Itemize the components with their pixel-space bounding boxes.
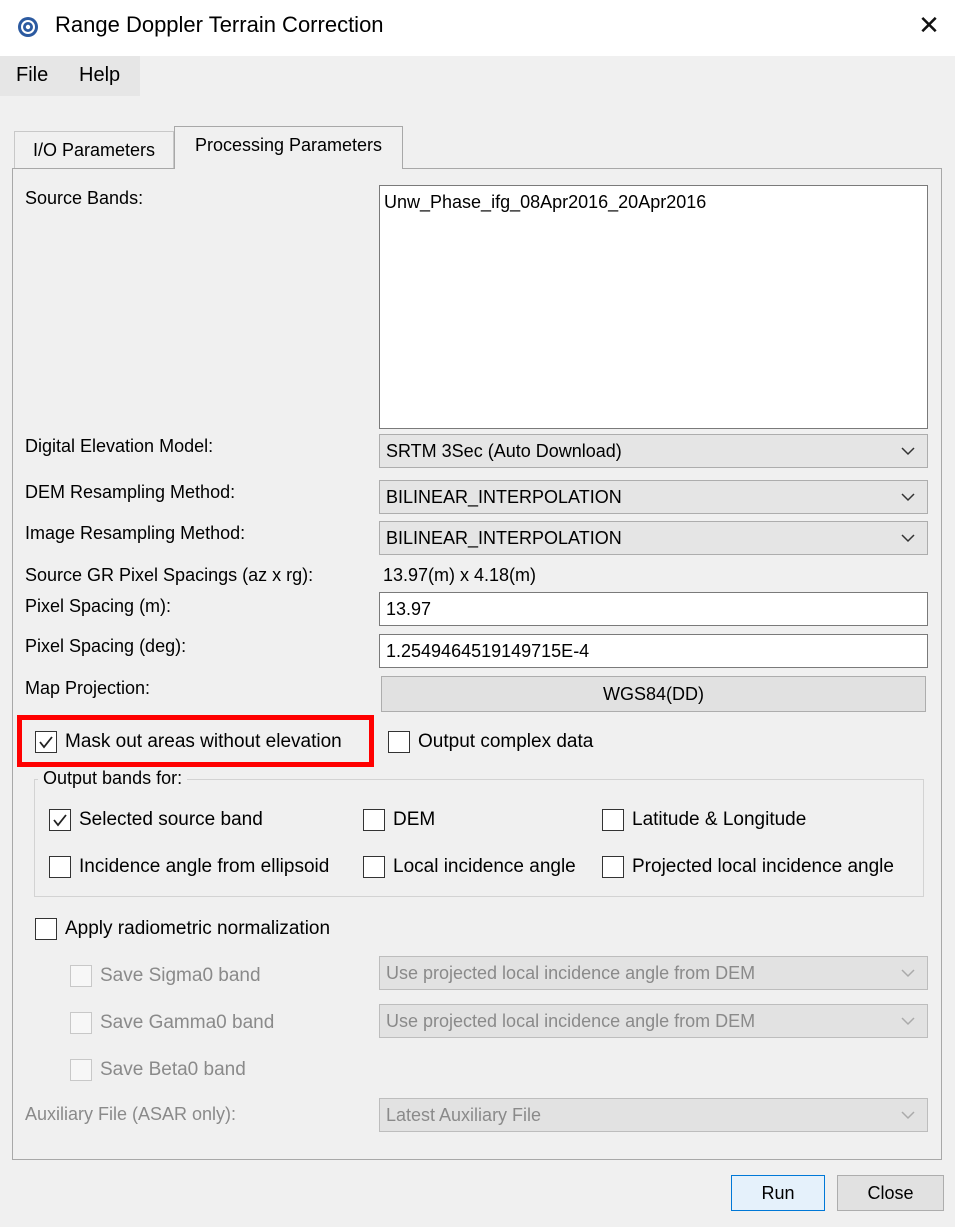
highlight-annotation <box>17 715 374 767</box>
menu-help[interactable]: Help <box>79 64 120 87</box>
checkbox-box[interactable] <box>363 809 385 831</box>
checkbox-box[interactable] <box>388 731 410 753</box>
checkbox-box[interactable] <box>363 856 385 878</box>
list-item[interactable]: Unw_Phase_ifg_08Apr2016_20Apr2016 <box>384 192 706 213</box>
app-logo-icon <box>17 16 39 38</box>
pixel-spacing-deg-field[interactable] <box>379 634 928 668</box>
output-bands-title: Output bands for: <box>38 768 188 789</box>
pixel-spacing-m-label: Pixel Spacing (m): <box>25 596 172 616</box>
title-bar: Range Doppler Terrain Correction ✕ <box>0 0 955 52</box>
checkbox-box[interactable] <box>49 809 71 831</box>
gr-spacing-value: 13.97(m) x 4.18(m) <box>383 565 537 585</box>
checkbox-box[interactable] <box>602 809 624 831</box>
dem-label: Digital Elevation Model: <box>25 436 214 456</box>
dem-select[interactable]: SRTM 3Sec (Auto Download) <box>379 434 928 468</box>
auxiliary-file-label: Auxiliary File (ASAR only): <box>25 1104 237 1124</box>
chevron-down-icon <box>899 1012 917 1030</box>
pixel-spacing-deg-input[interactable] <box>380 635 927 667</box>
tab-processing-parameters[interactable]: Processing Parameters <box>174 126 403 169</box>
tab-io-parameters[interactable]: I/O Parameters <box>14 131 174 169</box>
pixel-spacing-m-input[interactable] <box>380 593 927 625</box>
gamma0-select[interactable]: Use projected local incidence angle from… <box>379 1004 928 1038</box>
gr-spacing-label: Source GR Pixel Spacings (az x rg): <box>25 565 314 585</box>
chevron-down-icon <box>899 964 917 982</box>
checkbox-box[interactable] <box>70 965 92 987</box>
close-window-icon[interactable]: ✕ <box>910 8 948 44</box>
sigma0-select[interactable]: Use projected local incidence angle from… <box>379 956 928 990</box>
chevron-down-icon <box>899 529 917 547</box>
source-bands-list[interactable]: Unw_Phase_ifg_08Apr2016_20Apr2016 <box>379 185 928 429</box>
pixel-spacing-m-field[interactable] <box>379 592 928 626</box>
checkbox-box[interactable] <box>602 856 624 878</box>
checkbox-box[interactable] <box>49 856 71 878</box>
checkbox-box[interactable] <box>70 1012 92 1034</box>
close-button[interactable]: Close <box>837 1175 944 1211</box>
image-resampling-label: Image Resampling Method: <box>25 523 246 543</box>
map-projection-label: Map Projection: <box>25 678 151 698</box>
chevron-down-icon <box>899 488 917 506</box>
checkbox-box[interactable] <box>35 918 57 940</box>
dem-resampling-label: DEM Resampling Method: <box>25 482 236 502</box>
map-projection-button[interactable]: WGS84(DD) <box>381 676 926 712</box>
window-title: Range Doppler Terrain Correction <box>55 12 384 37</box>
menu-file[interactable]: File <box>16 64 48 87</box>
source-bands-label: Source Bands: <box>25 188 144 208</box>
chevron-down-icon <box>899 1106 917 1124</box>
run-button[interactable]: Run <box>731 1175 825 1211</box>
checkbox-box[interactable] <box>70 1059 92 1081</box>
image-resampling-select[interactable]: BILINEAR_INTERPOLATION <box>379 521 928 555</box>
menu-bar: File Help <box>0 56 955 96</box>
dem-resampling-select[interactable]: BILINEAR_INTERPOLATION <box>379 480 928 514</box>
output-bands-group <box>34 779 924 897</box>
chevron-down-icon <box>899 442 917 460</box>
auxiliary-file-select[interactable]: Latest Auxiliary File <box>379 1098 928 1132</box>
pixel-spacing-deg-label: Pixel Spacing (deg): <box>25 636 187 656</box>
